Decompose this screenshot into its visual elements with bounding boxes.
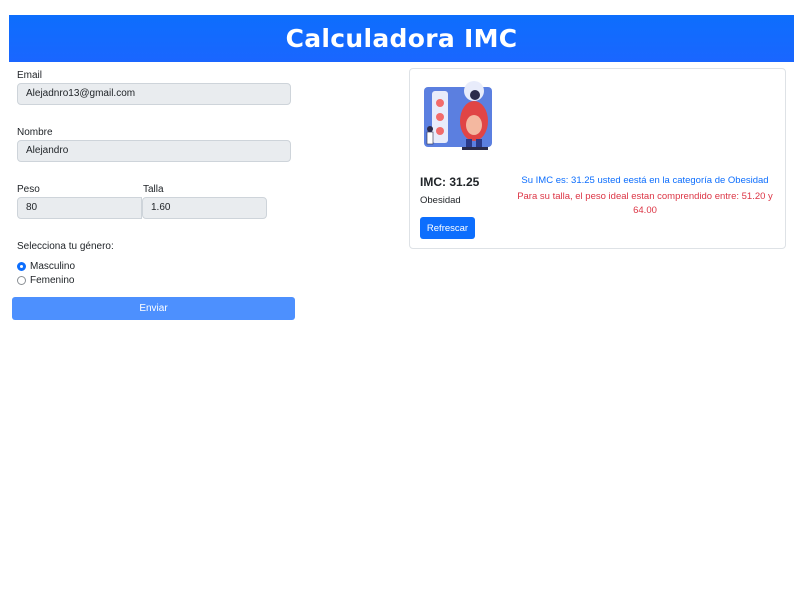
header-bar: Calculadora IMC xyxy=(9,15,794,62)
peso-label: Peso xyxy=(17,184,40,195)
gender-prompt: Selecciona tu género: xyxy=(17,241,114,252)
gender-option-femenino[interactable]: Femenino xyxy=(17,275,74,286)
radio-femenino[interactable] xyxy=(17,276,26,285)
ideal-weight-message: Para su talla, el peso ideal estan compr… xyxy=(517,191,773,216)
peso-field[interactable]: 80 xyxy=(17,197,142,219)
talla-field[interactable]: 1.60 xyxy=(142,197,267,219)
imc-category: Obesidad xyxy=(420,195,461,206)
result-card: IMC: 31.25 Obesidad Refrescar Su IMC es:… xyxy=(409,68,786,249)
submit-button[interactable]: Enviar xyxy=(12,297,295,320)
email-label: Email xyxy=(17,70,43,81)
gender-option-label: Femenino xyxy=(30,275,75,286)
talla-label: Talla xyxy=(143,184,164,195)
radio-masculino[interactable] xyxy=(17,262,26,271)
gender-option-masculino[interactable]: Masculino xyxy=(17,261,75,272)
imc-message: Su IMC es: 31.25 usted eestá en la categ… xyxy=(521,175,769,186)
email-field[interactable]: Alejadnro13@gmail.com xyxy=(17,83,291,105)
refresh-button[interactable]: Refrescar xyxy=(420,217,475,239)
obesity-scale-illustration-icon xyxy=(422,81,494,153)
imc-value: IMC: 31.25 xyxy=(420,175,480,189)
page-title: Calculadora IMC xyxy=(285,24,518,53)
nombre-field[interactable]: Alejandro xyxy=(17,140,291,162)
nombre-label: Nombre xyxy=(17,127,53,138)
gender-option-label: Masculino xyxy=(30,261,76,272)
